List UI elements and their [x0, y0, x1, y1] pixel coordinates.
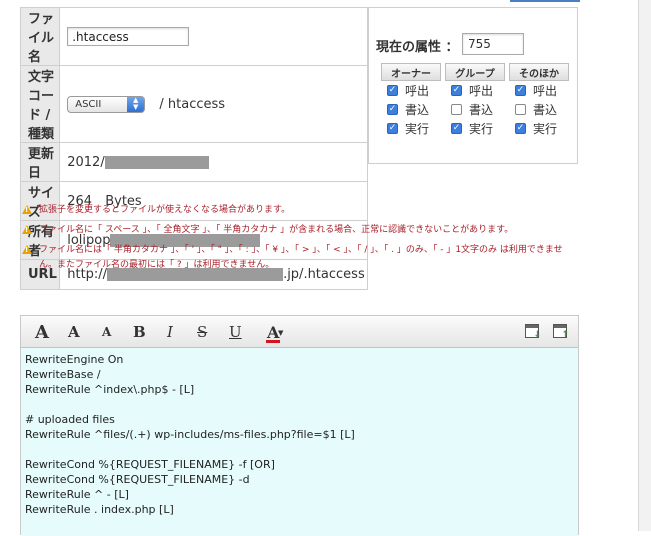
other-write[interactable]: 書込	[509, 100, 569, 119]
bold-button[interactable]: B	[133, 321, 146, 343]
underline-button[interactable]: U	[229, 321, 242, 343]
group-write[interactable]: 書込	[445, 100, 505, 119]
permissions-label: 現在の属性 ：	[376, 40, 459, 55]
right-scroll-region	[638, 0, 651, 531]
chevron-down-icon[interactable]: ▼	[278, 329, 283, 337]
code-textarea[interactable]: RewriteEngine On RewriteBase / RewriteRule…	[21, 348, 578, 536]
checkbox-checked-icon[interactable]: ✓	[387, 104, 398, 115]
owner-read[interactable]: ✓ 呼出	[381, 81, 441, 100]
color-swatch	[266, 340, 280, 343]
top-accent-line	[510, 0, 580, 2]
editor-toolbar: A A A B I S U A ▼ ↓ ↑	[21, 316, 578, 348]
group-read[interactable]: ✓ 呼出	[445, 81, 505, 100]
redacted-mask	[104, 155, 209, 169]
warning-icon: !	[22, 225, 32, 234]
filename-row: ファイル名 .htaccess	[19, 7, 368, 66]
group-column: グループ ✓ 呼出 書込 ✓ 実行	[445, 63, 505, 138]
other-read[interactable]: ✓ 呼出	[509, 81, 569, 100]
group-execute[interactable]: ✓ 実行	[445, 119, 505, 138]
download-icon[interactable]: ↓	[525, 324, 541, 340]
warning-icon: !	[22, 245, 32, 254]
warning-item: ! ファイル名には「 半角カタカナ 」、「 ' 」、「 " 」、「 : 」、「 …	[22, 243, 578, 273]
other-execute[interactable]: ✓ 実行	[509, 119, 569, 138]
checkbox-checked-icon[interactable]: ✓	[451, 85, 462, 96]
filename-label: ファイル名	[19, 7, 61, 66]
warning-icon: !	[22, 205, 32, 214]
encoding-select[interactable]: ASCII ▲ ▼	[67, 95, 146, 113]
owner-write[interactable]: ✓ 書込	[381, 100, 441, 119]
permissions-input[interactable]: 755	[462, 33, 524, 55]
checkbox-checked-icon[interactable]: ✓	[515, 123, 526, 134]
other-header[interactable]: そのほか	[509, 63, 569, 81]
italic-button[interactable]: I	[167, 321, 173, 343]
updated-label: 更新日	[19, 142, 61, 182]
owner-column: オーナー ✓ 呼出 ✓ 書込 ✓ 実行	[381, 63, 441, 138]
checkbox-checked-icon[interactable]: ✓	[515, 85, 526, 96]
font-size-medium-button[interactable]: A	[68, 321, 80, 343]
owner-header[interactable]: オーナー	[381, 63, 441, 81]
group-header[interactable]: グループ	[445, 63, 505, 81]
checkbox-unchecked-icon[interactable]	[451, 104, 462, 115]
checkbox-checked-icon[interactable]: ✓	[387, 85, 398, 96]
warning-item: ! ファイル名に「 スペース 」、「 全角文字 」、「 半角カタカナ 」が含まれ…	[22, 223, 578, 238]
encoding-label: 文字コード / 種類	[19, 65, 61, 143]
warning-list: ! 拡張子を変更するとファイルが使えなくなる場合があります。 ! ファイル名に「…	[22, 203, 578, 273]
warning-item: ! 拡張子を変更するとファイルが使えなくなる場合があります。	[22, 203, 578, 218]
owner-execute[interactable]: ✓ 実行	[381, 119, 441, 138]
permissions-panel: 現在の属性 ： 755 オーナー ✓ 呼出 ✓ 書込 ✓ 実行 グループ ✓ 呼出 書込…	[368, 7, 578, 164]
strikethrough-button[interactable]: S	[197, 321, 207, 343]
updated-row: 更新日 2012/	[19, 142, 368, 182]
checkbox-checked-icon[interactable]: ✓	[387, 123, 398, 134]
font-size-large-button[interactable]: A	[35, 321, 49, 343]
upload-icon[interactable]: ↑	[553, 324, 569, 340]
encoding-select-value: ASCII	[75, 98, 102, 110]
select-arrows-icon: ▲ ▼	[127, 96, 145, 112]
encoding-type: / htaccess	[159, 96, 226, 112]
checkbox-unchecked-icon[interactable]	[515, 104, 526, 115]
code-editor: A A A B I S U A ▼ ↓ ↑ RewriteEngine On Re…	[20, 315, 579, 536]
filename-input[interactable]: .htaccess	[67, 27, 190, 46]
font-size-small-button[interactable]: A	[102, 321, 111, 343]
checkbox-checked-icon[interactable]: ✓	[451, 123, 462, 134]
other-column: そのほか ✓ 呼出 書込 ✓ 実行	[509, 63, 569, 138]
encoding-row: 文字コード / 種類 ASCII ▲ ▼ / htaccess	[19, 65, 368, 143]
updated-value: 2012/	[67, 154, 105, 170]
